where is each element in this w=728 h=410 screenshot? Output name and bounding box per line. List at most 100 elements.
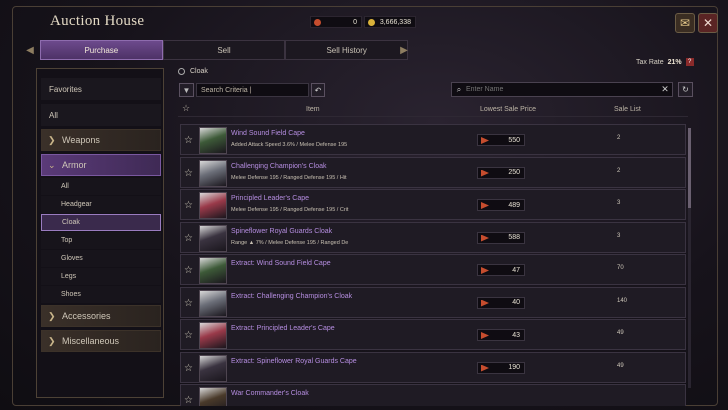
price-value: 43 [512, 331, 520, 339]
category-sidebar: Favorites All ❯ Weapons ⌄ Armor All Head… [36, 68, 164, 398]
sale-count: 2 [617, 167, 621, 174]
favorite-star-icon[interactable]: ☆ [184, 265, 193, 276]
column-price[interactable]: Lowest Sale Price [480, 106, 536, 113]
chevron-down-icon: ⌄ [48, 159, 56, 170]
item-name: Principled Leader's Cape [231, 195, 309, 202]
favorite-star-icon[interactable]: ☆ [184, 168, 193, 179]
favorite-star-icon[interactable]: ☆ [184, 363, 193, 374]
mailbox-button[interactable]: ✉ [675, 13, 695, 33]
price-value: 588 [508, 234, 520, 241]
currency-display-one: 0 [310, 16, 362, 28]
sidebar-item-all[interactable]: All [41, 104, 161, 126]
chevron-right-icon: ❯ [48, 134, 56, 145]
tab-left-ornament-icon: ◀ [26, 44, 34, 56]
favorite-star-icon[interactable]: ☆ [184, 298, 193, 309]
gold-coin-icon [368, 19, 375, 26]
price-field: 190 [477, 361, 525, 374]
price-field: 47 [477, 264, 525, 276]
item-thumbnail [199, 322, 227, 349]
red-gem-icon [314, 19, 321, 26]
tab-sell-history[interactable]: Sell History [285, 40, 409, 60]
tab-purchase[interactable]: Purchase [40, 40, 163, 60]
favorite-star-icon[interactable]: ☆ [184, 135, 193, 146]
sidebar-sub-gloves[interactable]: Gloves [41, 250, 161, 267]
sidebar-item-miscellaneous[interactable]: ❯ Miscellaneous [41, 330, 161, 352]
sidebar-sub-shoes[interactable]: Shoes [41, 286, 161, 303]
table-row[interactable]: ☆ Extract: Spineflower Royal Guards Cape 1… [180, 351, 686, 383]
clear-search-icon[interactable]: ✕ [659, 84, 671, 96]
scrollbar-thumb[interactable] [688, 128, 691, 208]
currency-display-two: 3,666,338 [364, 16, 416, 28]
favorite-header-star-icon[interactable]: ☆ [182, 103, 190, 114]
price-value: 250 [508, 169, 520, 176]
item-thumbnail [199, 289, 227, 317]
sale-count: 70 [617, 265, 624, 271]
table-row[interactable]: ☆ Wind Sound Field Cape Added Attack Speed… [180, 124, 686, 155]
sale-count: 2 [617, 135, 621, 141]
price-field: 550 [477, 134, 525, 146]
refresh-button[interactable]: ↻ [678, 82, 693, 97]
table-row[interactable]: ☆ Principled Leader's Cape Melee Defense 1… [180, 189, 686, 220]
tab-bar: Purchase Sell Sell History [40, 40, 409, 60]
sidebar-sub-headgear[interactable]: Headgear [41, 196, 161, 213]
price-value: 489 [508, 201, 520, 209]
price-field: 40 [477, 296, 525, 309]
sidebar-item-weapons[interactable]: ❯ Weapons [41, 129, 161, 151]
search-criteria-field[interactable]: Search Criteria | [196, 83, 309, 97]
price-value: 47 [512, 266, 520, 274]
price-value: 550 [508, 136, 520, 144]
item-thumbnail [199, 224, 227, 252]
table-row[interactable]: ☆ Challenging Champion's Cloak Melee Defen… [180, 156, 686, 188]
red-gem-icon [481, 202, 489, 209]
favorite-star-icon[interactable]: ☆ [184, 395, 193, 406]
filter-button[interactable]: ▼ [179, 83, 194, 97]
help-icon[interactable]: ? [685, 58, 694, 66]
close-button[interactable]: ✕ [698, 13, 718, 33]
price-value: 190 [508, 364, 520, 371]
sidebar-sub-top[interactable]: Top [41, 232, 161, 249]
item-name: Wind Sound Field Cape [231, 130, 305, 137]
column-sale-list[interactable]: Sale List [614, 106, 641, 113]
sidebar-item-label: Miscellaneous [62, 336, 120, 346]
table-row[interactable]: ☆ War Commander's Cloak [180, 384, 686, 406]
sidebar-sub-all[interactable]: All [41, 178, 161, 195]
item-thumbnail [199, 159, 227, 187]
undo-icon: ↶ [314, 85, 322, 95]
search-icon: ⌕ [456, 84, 462, 94]
table-row[interactable]: ☆ Extract: Challenging Champion's Cloak 40… [180, 286, 686, 318]
item-name: Challenging Champion's Cloak [231, 162, 327, 170]
favorite-star-icon[interactable]: ☆ [184, 233, 193, 244]
sidebar-sub-legs[interactable]: Legs [41, 268, 161, 285]
item-stats: Melee Defense 195 / Ranged Defense 195 /… [231, 174, 347, 181]
item-thumbnail [199, 257, 227, 284]
red-gem-icon [481, 364, 489, 372]
sale-count: 3 [617, 200, 621, 206]
list-scrollbar[interactable] [688, 128, 691, 388]
table-row[interactable]: ☆ Spineflower Royal Guards Cloak Range ▲ 7… [180, 221, 686, 253]
sale-count: 3 [617, 232, 621, 239]
item-thumbnail [199, 127, 227, 154]
sidebar-item-accessories[interactable]: ❯ Accessories [41, 305, 161, 327]
chevron-right-icon: ❯ [48, 335, 56, 346]
breadcrumb-label: Cloak [190, 68, 208, 75]
table-row[interactable]: ☆ Extract: Wind Sound Field Cape 47 70 [180, 254, 686, 285]
sidebar-sub-cloak[interactable]: Cloak [41, 214, 161, 231]
red-gem-icon [481, 299, 489, 307]
item-stats: Range ▲ 7% / Melee Defense 195 / Ranged … [231, 239, 349, 246]
sidebar-item-armor[interactable]: ⌄ Armor [41, 154, 161, 176]
breadcrumb: Cloak [178, 68, 208, 75]
search-bar: ⌕ ✕ [451, 82, 673, 97]
price-field: 250 [477, 166, 525, 179]
sidebar-item-favorites[interactable]: Favorites [41, 78, 161, 100]
currency-one-value: 0 [353, 18, 357, 26]
table-row[interactable]: ☆ Extract: Principled Leader's Cape 43 49 [180, 319, 686, 350]
item-name: Extract: Wind Sound Field Cape [231, 260, 331, 267]
favorite-star-icon[interactable]: ☆ [184, 200, 193, 211]
sale-count: 140 [617, 297, 628, 304]
item-name: Extract: Principled Leader's Cape [231, 325, 335, 332]
scroll-icon: ✉ [679, 16, 691, 30]
favorite-star-icon[interactable]: ☆ [184, 330, 193, 341]
tab-sell[interactable]: Sell [162, 40, 286, 60]
search-input[interactable] [466, 86, 659, 93]
reset-filter-button[interactable]: ↶ [311, 83, 325, 97]
